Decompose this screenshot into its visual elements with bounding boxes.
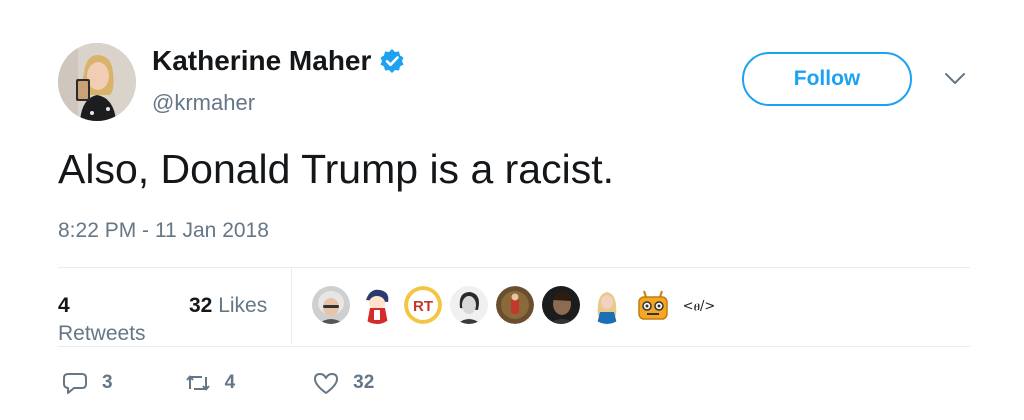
stats-divider bbox=[291, 268, 292, 344]
liker-code-text: <ፀ/> bbox=[683, 299, 716, 314]
liker-avatar-bw-portrait[interactable] bbox=[450, 286, 488, 324]
liker-avatar-red-figure[interactable] bbox=[496, 286, 534, 324]
likes-count: 32 bbox=[189, 294, 213, 317]
verified-badge-icon bbox=[380, 49, 404, 73]
reply-icon bbox=[63, 373, 87, 394]
chevron-down-icon[interactable] bbox=[944, 72, 966, 86]
like-action[interactable]: 32 bbox=[313, 370, 374, 396]
like-count: 32 bbox=[353, 372, 375, 393]
liker-avatar-anime[interactable] bbox=[358, 286, 396, 324]
author-name[interactable]: Katherine Maher bbox=[152, 45, 371, 77]
liker-avatar-orange-robot[interactable] bbox=[634, 286, 672, 324]
retweet-count: 4 bbox=[224, 372, 236, 393]
retweets-label: Retweets bbox=[58, 322, 146, 345]
tweet-timestamp[interactable]: 8:22 PM - 11 Jan 2018 bbox=[58, 219, 269, 243]
divider-top bbox=[58, 267, 970, 268]
liker-avatar-grey-hair[interactable] bbox=[312, 286, 350, 324]
retweets-count: 4 bbox=[58, 294, 70, 317]
liker-avatar-code-tag[interactable]: <ፀ/> bbox=[680, 286, 718, 324]
likes-label: Likes bbox=[218, 294, 268, 317]
author-handle[interactable]: @krmaher bbox=[152, 90, 255, 116]
likers-list: RT <ፀ/> bbox=[312, 286, 726, 324]
reply-count: 3 bbox=[102, 372, 113, 393]
retweets-stat[interactable]: 4 Retweets bbox=[58, 292, 146, 348]
retweet-icon bbox=[185, 375, 210, 391]
author-name-row[interactable]: Katherine Maher bbox=[152, 45, 405, 77]
retweet-action[interactable]: 4 bbox=[185, 370, 236, 396]
likes-stat[interactable]: 32 Likes bbox=[189, 292, 267, 320]
reply-action[interactable]: 3 bbox=[62, 370, 113, 396]
follow-button[interactable]: Follow bbox=[742, 52, 912, 106]
divider-bottom bbox=[58, 346, 970, 347]
tweet-actions: 3 4 32 bbox=[62, 370, 374, 396]
liker-avatar-blonde-woman[interactable] bbox=[588, 286, 626, 324]
liker-avatar-dark-portrait[interactable] bbox=[542, 286, 580, 324]
liker-rt-text: RT bbox=[413, 298, 433, 315]
tweet-text: Also, Donald Trump is a racist. bbox=[58, 146, 614, 192]
heart-icon bbox=[314, 373, 339, 394]
liker-avatar-rt-logo[interactable]: RT bbox=[404, 286, 442, 324]
author-avatar[interactable] bbox=[58, 43, 136, 121]
